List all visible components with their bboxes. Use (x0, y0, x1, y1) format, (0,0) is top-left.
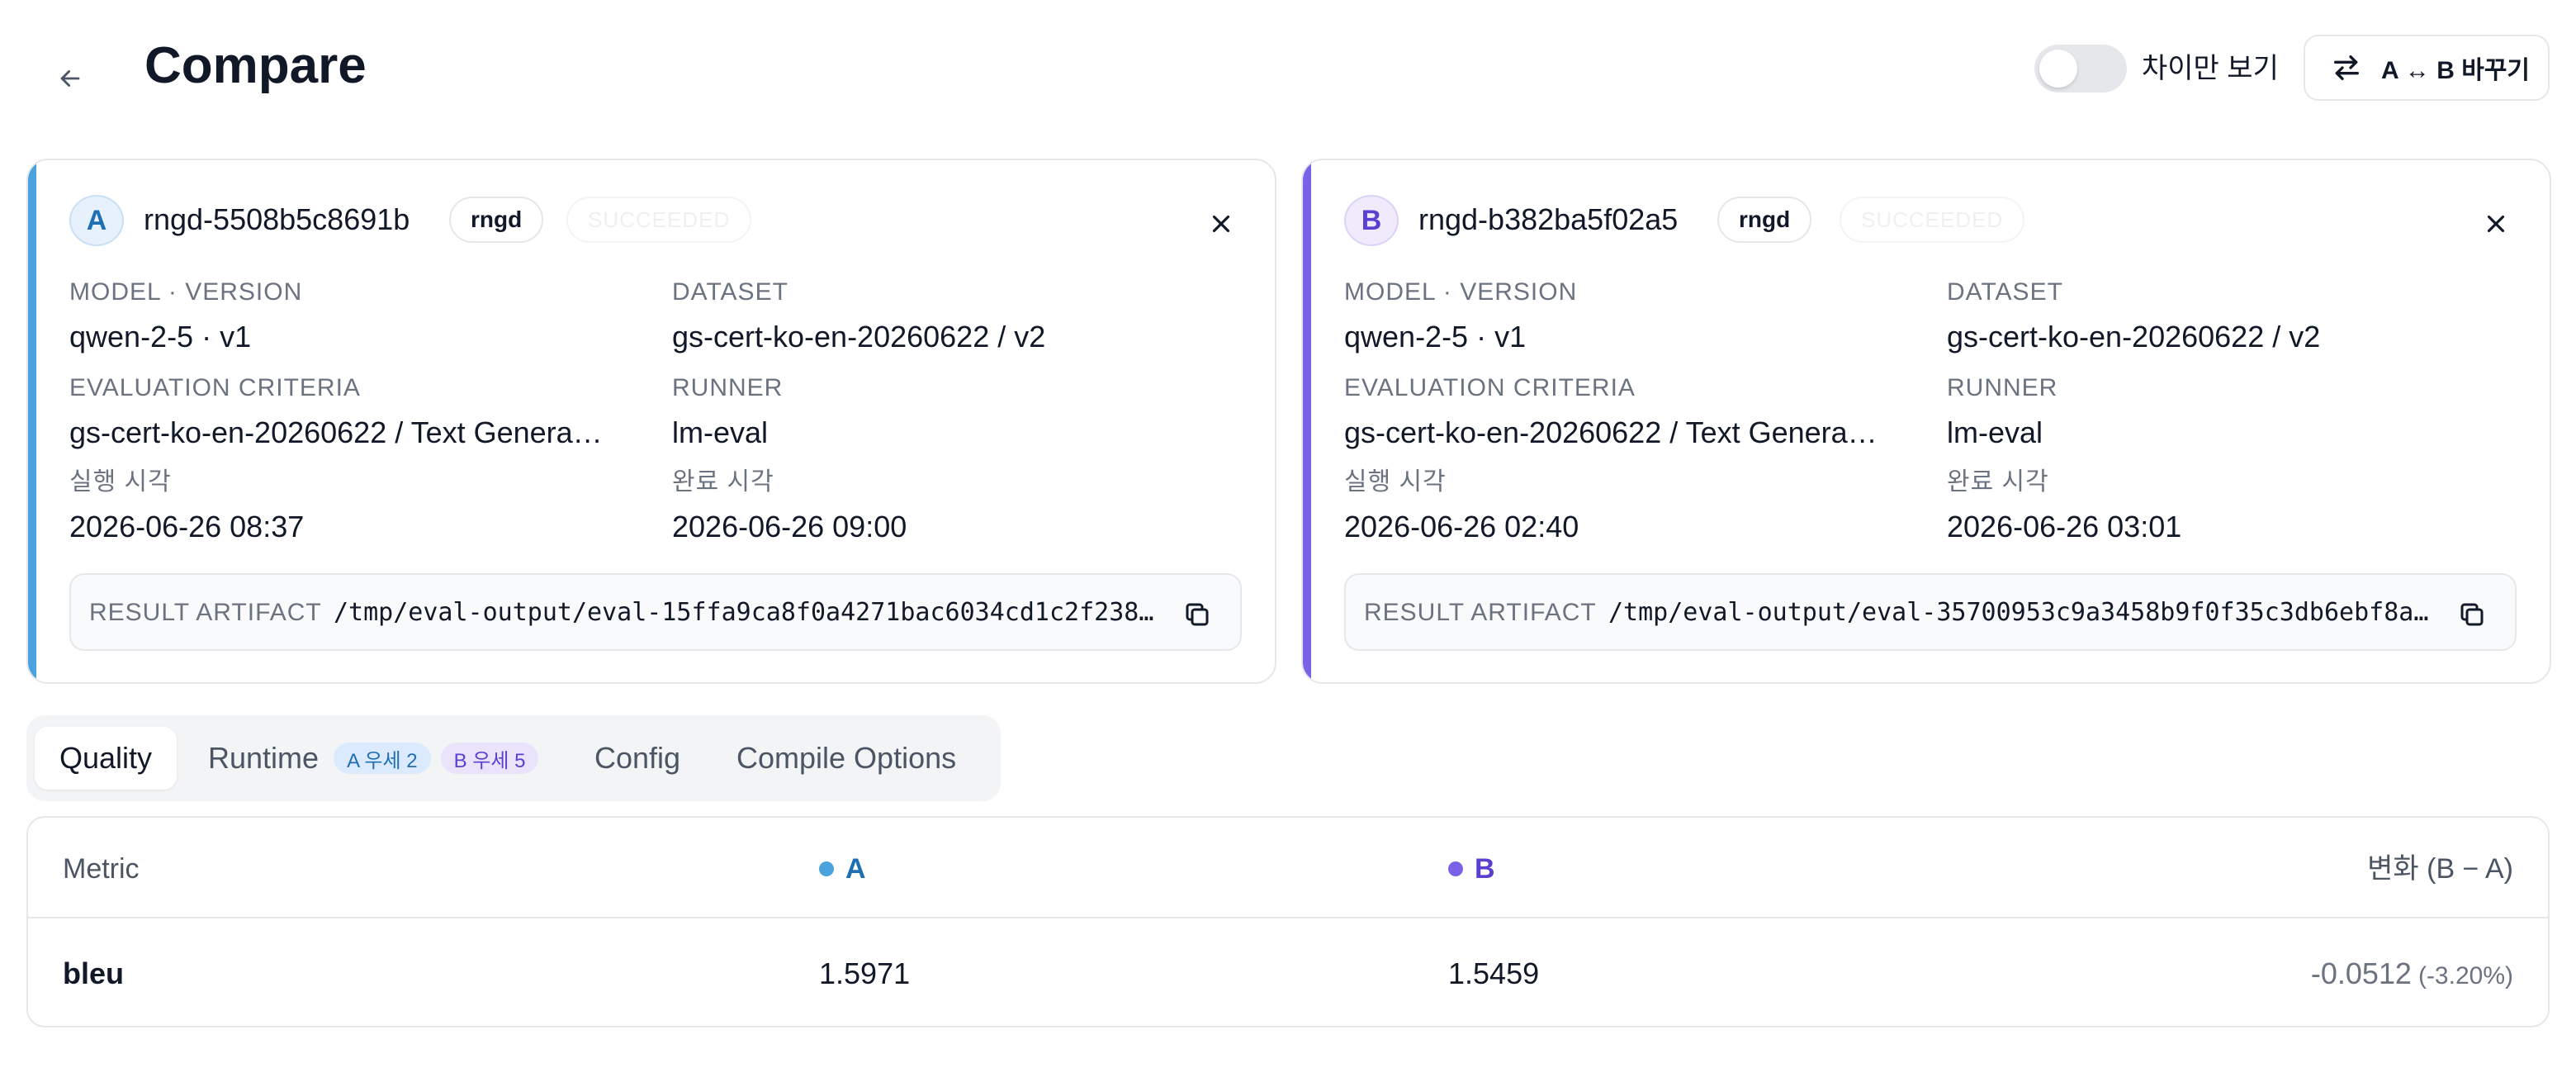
diff-only-toggle[interactable] (2034, 45, 2127, 93)
tab-quality[interactable]: Quality (35, 727, 178, 790)
card-accent-bar (1303, 160, 1311, 682)
runtime-b-wins-badge: B 우세 5 (440, 743, 539, 774)
artifact-path: /tmp/eval-output/eval-15ffa9ca8f0a4271ba… (334, 598, 1154, 627)
started-value: 2026-06-26 08:37 (69, 510, 305, 543)
runner-value: lm-eval (1947, 415, 2043, 449)
table-header: Metric A B 변화 (B − A) (28, 818, 2548, 918)
card-accent-bar (28, 160, 36, 682)
tab-compile-options[interactable]: Compile Options (736, 727, 956, 790)
run-card-a: A rngd-5508b5c8691b rngd SUCCEEDED MODEL… (26, 159, 1276, 684)
copy-artifact-button[interactable] (1179, 596, 1215, 633)
remove-run-a-button[interactable] (1200, 203, 1242, 244)
run-tag-chip: rngd (449, 197, 544, 243)
artifact-label: RESULT ARTIFACT (89, 599, 322, 626)
diff-only-label: 차이만 보기 (2142, 53, 2279, 84)
col-a-label: A (845, 853, 866, 885)
status-badge: SUCCEEDED (566, 197, 752, 243)
run-card-b: B rngd-b382ba5f02a5 rngd SUCCEEDED MODEL… (1301, 159, 2551, 684)
close-icon (2487, 215, 2505, 233)
model-version-value: qwen-2-5 · v1 (69, 320, 252, 354)
arrow-left-icon (60, 70, 80, 87)
run-a-dot-icon (819, 861, 834, 876)
metric-value-a: 1.5971 (819, 956, 911, 990)
table-row: bleu 1.5971 1.5459 -0.0512 (-3.20%) (28, 918, 2548, 1026)
result-artifact-box: RESULT ARTIFACT /tmp/eval-output/eval-35… (1344, 573, 2517, 651)
model-version-label: MODEL · VERSION (69, 278, 303, 306)
dataset-value: gs-cert-ko-en-20260622 / v2 (672, 320, 1046, 354)
close-icon (1212, 215, 1230, 233)
model-version-value: qwen-2-5 · v1 (1344, 320, 1527, 354)
metric-value-b: 1.5459 (1448, 956, 1540, 990)
remove-run-b-button[interactable] (2475, 203, 2517, 244)
metric-delta-value: -0.0512 (2310, 956, 2412, 990)
tab-config[interactable]: Config (594, 727, 680, 790)
metric-name: bleu (63, 956, 125, 990)
tab-runtime[interactable]: Runtime A 우세 2 B 우세 5 (208, 727, 539, 790)
run-letter-badge: B (1344, 195, 1399, 246)
dataset-label: DATASET (1947, 278, 2063, 306)
copy-artifact-button[interactable] (2454, 596, 2490, 633)
col-a-header: A (819, 849, 866, 889)
runner-value: lm-eval (672, 415, 769, 449)
finished-value: 2026-06-26 09:00 (672, 510, 907, 543)
col-b-header: B (1448, 849, 1495, 889)
started-value: 2026-06-26 02:40 (1344, 510, 1579, 543)
swap-label: A ↔ B 바꾸기 (2381, 57, 2531, 84)
run-tag-chip: rngd (1717, 197, 1812, 243)
runtime-a-wins-badge: A 우세 2 (334, 743, 431, 774)
page-title: Compare (144, 37, 367, 94)
started-label: 실행 시각 (1344, 468, 1447, 496)
criteria-value: gs-cert-ko-en-20260622 / Text Genera… (69, 415, 603, 449)
finished-label: 완료 시각 (672, 468, 774, 496)
copy-icon (1186, 603, 1209, 626)
toggle-knob (2039, 50, 2077, 88)
finished-value: 2026-06-26 03:01 (1947, 510, 2182, 543)
metric-delta-pct: (-3.20%) (2417, 962, 2513, 989)
metric-delta: -0.0512 (-3.20%) (2311, 953, 2513, 997)
result-artifact-box: RESULT ARTIFACT /tmp/eval-output/eval-15… (69, 573, 1242, 651)
copy-icon (2460, 603, 2484, 626)
back-button[interactable] (50, 58, 91, 99)
runner-label: RUNNER (672, 374, 784, 401)
col-delta-header: 변화 (B − A) (2367, 853, 2513, 885)
swap-arrows-icon (2334, 55, 2359, 81)
artifact-path: /tmp/eval-output/eval-35700953c9a3458b9f… (1608, 598, 2429, 627)
status-badge: SUCCEEDED (1840, 197, 2025, 243)
dataset-label: DATASET (672, 278, 788, 306)
started-label: 실행 시각 (69, 468, 172, 496)
run-letter-badge: A (69, 195, 124, 246)
dataset-value: gs-cert-ko-en-20260622 / v2 (1947, 320, 2321, 354)
model-version-label: MODEL · VERSION (1344, 278, 1578, 306)
artifact-label: RESULT ARTIFACT (1364, 599, 1597, 626)
tab-runtime-label: Runtime (208, 741, 320, 775)
finished-label: 완료 시각 (1947, 468, 2049, 496)
col-b-label: B (1475, 853, 1495, 885)
swap-ab-button[interactable]: A ↔ B 바꾸기 (2304, 35, 2550, 101)
run-id: rngd-5508b5c8691b (144, 202, 410, 236)
criteria-value: gs-cert-ko-en-20260622 / Text Genera… (1344, 415, 1878, 449)
runner-label: RUNNER (1947, 374, 2058, 401)
compare-tabs: Quality Runtime A 우세 2 B 우세 5 Config Com… (26, 715, 1001, 801)
metrics-table: Metric A B 변화 (B − A) bleu 1.5971 1.5459… (26, 816, 2550, 1027)
run-id: rngd-b382ba5f02a5 (1418, 202, 1679, 236)
run-b-dot-icon (1448, 861, 1463, 876)
criteria-label: EVALUATION CRITERIA (1344, 374, 1636, 401)
criteria-label: EVALUATION CRITERIA (69, 374, 361, 401)
col-metric-header: Metric (63, 853, 140, 885)
